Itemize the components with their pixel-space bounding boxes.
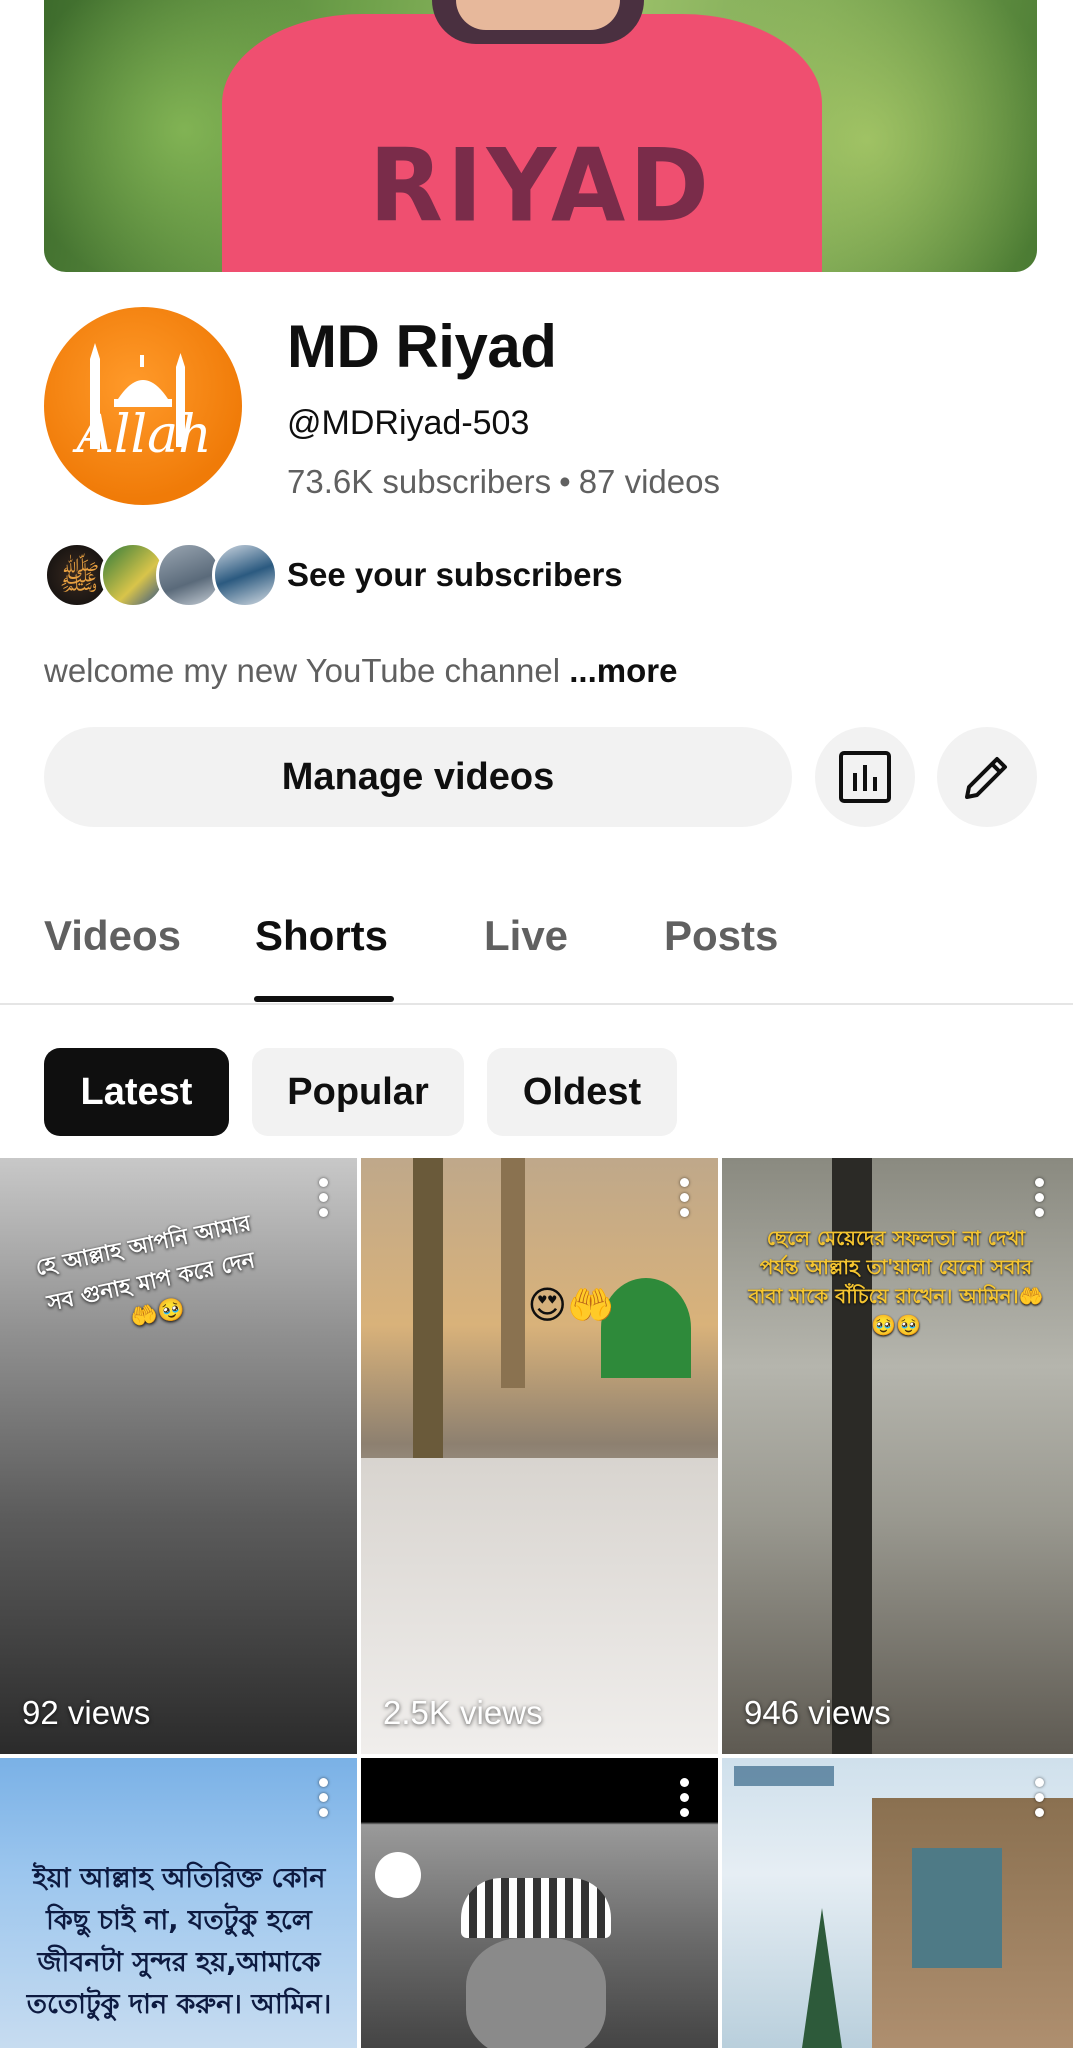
channel-handle: @MDRiyad-503 [287,404,530,442]
more-options-icon[interactable] [680,1178,690,1218]
channel-name: MD Riyad [287,313,557,380]
short-caption: ছেলে মেয়েদের সফলতা না দেখা পর্যন্ত আল্ল… [748,1226,1044,1337]
stats-separator: • [559,463,571,500]
analytics-icon [839,751,891,803]
short-views: 2.5K views [383,1694,543,1731]
video-count: 87 videos [578,463,720,500]
manage-videos-button[interactable]: Manage videos [44,727,792,827]
tab-live[interactable]: Live [484,912,568,960]
chip-oldest[interactable]: Oldest [487,1048,677,1136]
description-text: welcome my new YouTube channel [44,652,570,689]
tab-videos[interactable]: Videos [44,912,181,960]
channel-stats: 73.6K subscribers • 87 videos [287,463,720,501]
short-caption: ইয়া আল্লাহ অতিরিক্ত কোন কিছু চাই না, যত… [26,1863,332,2020]
analytics-button[interactable] [815,727,915,827]
more-options-icon[interactable] [1035,1778,1045,1818]
banner-shirt-text: RIYAD [369,127,713,245]
more-options-icon[interactable] [319,1778,329,1818]
pencil-icon [965,757,1007,799]
short-tile[interactable]: ছেলে মেয়েদের সফলতা না দেখা পর্যন্ত আল্ল… [722,1158,1073,1754]
tab-posts[interactable]: Posts [664,912,778,960]
more-options-icon[interactable] [319,1178,329,1218]
short-tile[interactable]: হে আল্লাহ আপনি আমার সব গুনাহ মাপ করে দেন… [0,1158,357,1754]
short-views: 946 views [744,1694,891,1731]
channel-page: RIYAD Allah MD Riyad @MDRiyad-503 73.6K … [0,0,1073,2048]
edit-button[interactable] [937,727,1037,827]
active-tab-indicator [254,996,394,1002]
see-subscribers-link[interactable]: See your subscribers [287,556,623,594]
short-tile[interactable]: 😍🤲 2.5K views [361,1158,718,1754]
short-views: 92 views [22,1694,151,1731]
more-options-icon[interactable] [680,1778,690,1818]
short-caption: 😍🤲 [527,1283,615,1327]
chip-latest[interactable]: Latest [44,1048,229,1136]
tab-shorts[interactable]: Shorts [255,912,388,960]
short-tile[interactable]: ইয়া আল্লাহ অতিরিক্ত কোন কিছু চাই না, যত… [0,1758,357,2048]
chip-popular[interactable]: Popular [252,1048,464,1136]
short-caption: হে আল্লাহ আপনি আমার সব গুনাহ মাপ করে দেন… [33,1211,258,1332]
channel-avatar[interactable]: Allah [44,307,242,505]
see-subscribers-row[interactable]: ﷺ See your subscribers [44,540,744,612]
channel-description[interactable]: welcome my new YouTube channel ...more [44,652,677,690]
avatar-text: Allah [76,405,212,465]
subscriber-count: 73.6K subscribers [287,463,552,500]
channel-banner: RIYAD [44,0,1037,272]
more-link[interactable]: ...more [569,652,677,689]
short-tile[interactable] [361,1758,718,2048]
channel-tabs: Videos Shorts Live Posts [0,900,1073,1005]
subscriber-avatar [212,542,278,608]
more-options-icon[interactable] [1035,1178,1045,1218]
short-tile[interactable] [722,1758,1073,2048]
